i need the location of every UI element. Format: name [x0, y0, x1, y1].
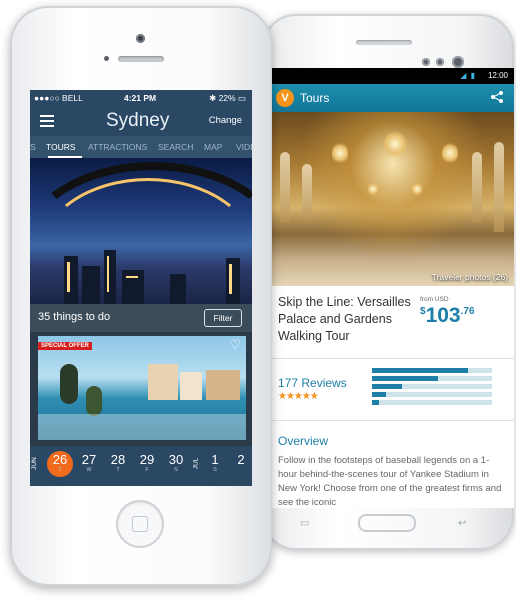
tab-attractions[interactable]: ATTRACTIONS [88, 142, 147, 152]
tab-map[interactable]: MAP [204, 142, 222, 152]
iphone: ●●●○○ BELL 4:21 PM ✱ 22% ▭ Sydney Change… [10, 6, 272, 586]
menu-key-icon[interactable]: ▭ [300, 518, 309, 529]
results-count: 35 things to do [38, 311, 111, 323]
divider [272, 358, 514, 359]
rating-bar [372, 400, 492, 405]
sensor-icon [422, 58, 430, 66]
filter-button[interactable]: Filter [204, 309, 242, 327]
android-phone: ◢ ▮ 12:00 V Tours Traveler photos (26) S… [262, 14, 514, 550]
viator-logo-icon[interactable]: V [276, 89, 294, 107]
date-item[interactable]: 1S [204, 452, 226, 473]
status-time: 4:21 PM [124, 93, 157, 103]
change-city-button[interactable]: Change [209, 115, 242, 126]
rating-bar-fill [372, 384, 402, 389]
tab-videos[interactable]: VIDE [236, 142, 252, 152]
overview-text: Follow in the footsteps of baseball lege… [278, 455, 502, 508]
rating-bar [372, 376, 492, 381]
app-bar: V Tours [272, 84, 514, 112]
status-bar: ◢ ▮ 12:00 [272, 68, 514, 84]
rating-stars-icon: ★★★★★ [278, 391, 319, 402]
battery-indicator: ✱ 22% ▭ [209, 93, 246, 103]
rating-bar-fill [372, 392, 387, 397]
tab-tours[interactable]: TOURS [46, 142, 76, 152]
home-button[interactable] [116, 500, 164, 548]
sensor-icon [436, 58, 444, 66]
rating-breakdown [372, 368, 492, 408]
status-bar: ●●●○○ BELL 4:21 PM ✱ 22% ▭ [30, 90, 252, 106]
tab-search[interactable]: SEARCH [158, 142, 193, 152]
month-label: JUN [30, 457, 38, 470]
rating-bar [372, 392, 492, 397]
city-header: Sydney Change [30, 106, 252, 136]
date-item[interactable]: 29 F [136, 452, 158, 473]
app-title: Tours [300, 91, 330, 105]
date-picker: JUN 26 T 27 W 28 T 29 F 30 S JUL 1S 2 [30, 446, 252, 486]
results-bar: 35 things to do Filter [30, 304, 252, 332]
tab-prev[interactable]: S [30, 142, 36, 152]
date-item[interactable]: 28 T [107, 452, 129, 473]
divider [272, 420, 514, 421]
tour-price: $103.76 [420, 304, 475, 327]
tour-card[interactable]: SPECIAL OFFER ♡ [38, 336, 246, 440]
reviews-link[interactable]: 177 Reviews [278, 376, 347, 390]
android-screen: ◢ ▮ 12:00 V Tours Traveler photos (26) S… [272, 68, 514, 508]
heart-icon[interactable]: ♡ [229, 337, 241, 353]
sensor-icon [104, 56, 109, 61]
city-title: Sydney [106, 110, 170, 131]
home-square-icon [132, 516, 148, 532]
front-camera-icon [136, 34, 145, 43]
rating-bar-fill [372, 400, 380, 405]
home-button[interactable] [358, 514, 416, 532]
carrier-label: ●●●○○ BELL [34, 93, 83, 103]
category-tabs: S TOURS ATTRACTIONS SEARCH MAP VIDE [30, 136, 252, 158]
iphone-screen: ●●●○○ BELL 4:21 PM ✱ 22% ▭ Sydney Change… [30, 90, 252, 486]
date-item[interactable]: 2 [230, 452, 252, 467]
rating-bar-fill [372, 376, 438, 381]
earpiece [118, 56, 164, 62]
date-item[interactable]: 27 W [78, 452, 100, 473]
menu-icon[interactable] [40, 115, 54, 130]
traveler-photos-label[interactable]: Traveler photos (26) [432, 272, 508, 282]
status-time: 12:00 [487, 71, 508, 80]
special-offer-badge: SPECIAL OFFER [38, 342, 92, 350]
overview-heading: Overview [278, 434, 329, 448]
price-from-label: from USD [420, 296, 449, 303]
speaker-grille [356, 40, 412, 45]
hero-image[interactable] [30, 158, 252, 304]
date-item[interactable]: 26 T [49, 452, 71, 473]
tour-title: Skip the Line: Versailles Palace and Gar… [278, 295, 411, 343]
date-item[interactable]: 30 S [165, 452, 187, 473]
back-key-icon[interactable]: ↩ [458, 518, 466, 529]
tour-photo[interactable]: Traveler photos (26) [272, 112, 514, 286]
rating-bar [372, 384, 492, 389]
front-camera-icon [452, 56, 464, 68]
rating-bar [372, 368, 492, 373]
rating-bar-fill [372, 368, 468, 373]
signal-icon: ◢ ▮ [460, 71, 476, 80]
month-label: JUL [192, 457, 200, 470]
share-icon[interactable] [490, 90, 504, 107]
